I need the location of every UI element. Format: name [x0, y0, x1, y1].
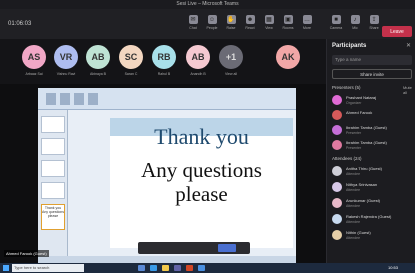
chat-button[interactable]: ✉ Chat	[185, 15, 201, 30]
participant-row[interactable]: Ibrahim Tamba (Guest) Presenter	[332, 124, 414, 138]
share-icon: ⇪	[369, 15, 379, 24]
share-invite-button[interactable]: Share invite	[332, 69, 412, 79]
avatar: SC	[119, 45, 143, 69]
slide-thumbnail-active[interactable]: Thank you Any questions please	[41, 204, 65, 230]
edge-icon[interactable]	[150, 265, 157, 271]
spotlight-tile[interactable]: AK	[268, 45, 308, 69]
rooms-icon: ▣	[283, 15, 293, 24]
taskbar-clock: 10:53	[388, 265, 399, 270]
more-icon: …	[302, 15, 312, 24]
slide-line: Any questions	[141, 158, 262, 182]
rooms-button[interactable]: ▣ Rooms	[280, 15, 296, 30]
teams-icon[interactable]	[174, 265, 181, 271]
share-button[interactable]: ⇪ Share	[366, 15, 382, 30]
slide-title: Thank you	[154, 124, 249, 149]
avatar	[332, 95, 342, 105]
presenter-control-bar[interactable]	[138, 242, 250, 254]
participant-row[interactable]: Ibrahim Tamba (Guest) Presenter	[332, 139, 414, 153]
folder-icon[interactable]	[162, 265, 169, 271]
meeting-actions: ✉ Chat ☺ People ✋ Raise ☻ React ▦ View ▣ Rooms…	[185, 15, 315, 30]
mic-button[interactable]: ♪ Mic	[347, 15, 363, 30]
meeting-toolbar: 01:06:03 ✉ Chat ☺ People ✋ Raise ☻ React ▦ Vi…	[0, 9, 415, 39]
raise-hand-button[interactable]: ✋ Raise	[223, 15, 239, 30]
slide-thumbnail[interactable]	[41, 160, 65, 177]
avatar	[332, 110, 342, 120]
ribbon-icon	[46, 93, 56, 105]
participant-search-input[interactable]: Type a name	[332, 55, 412, 65]
participant-row[interactable]: Nithya Srinivasan Attendee	[332, 181, 414, 195]
avatar	[332, 214, 342, 224]
avatar	[332, 230, 342, 240]
slide-thumbnail[interactable]	[41, 182, 65, 199]
shared-content-stage: Thank you Any questions please Thank you…	[0, 84, 326, 263]
react-icon: ☻	[245, 15, 255, 24]
ribbon-icon	[74, 93, 84, 105]
slide-thumbnails: Thank you Any questions please	[38, 110, 68, 263]
powerpoint-icon[interactable]	[186, 265, 193, 271]
taskbar-search-input[interactable]: Type here to search	[12, 264, 84, 272]
people-icon: ☺	[207, 15, 217, 24]
task-view-icon[interactable]	[138, 265, 145, 271]
participants-panel: Participants ✕ Type a name Share invite …	[326, 39, 415, 263]
view-all-participants[interactable]: +1 View all	[211, 45, 251, 76]
attendees-header[interactable]: Attendees (24)	[332, 156, 362, 161]
chat-icon: ✉	[188, 15, 198, 24]
panel-title: Participants	[332, 43, 367, 49]
presentation-status-bar	[38, 256, 296, 263]
react-button[interactable]: ☻ React	[242, 15, 258, 30]
participant-row[interactable]: Anitha Thiru (Guest) Attendee	[332, 165, 414, 179]
avatar	[332, 182, 342, 192]
avatar: AB	[86, 45, 110, 69]
chrome-icon[interactable]	[198, 265, 205, 271]
stop-presenting-button[interactable]	[218, 244, 236, 252]
camera-icon: ■	[331, 15, 341, 24]
window-title: Sesi Live – Microsoft Teams	[176, 1, 239, 7]
ribbon-icon	[88, 93, 98, 105]
close-icon[interactable]: ✕	[406, 42, 411, 49]
view-button[interactable]: ▦ View	[261, 15, 277, 30]
leave-button[interactable]: Leave	[382, 26, 412, 37]
people-button[interactable]: ☺ People	[204, 15, 220, 30]
avatar	[332, 198, 342, 208]
avatar: +1	[219, 45, 243, 69]
ribbon-icon	[60, 93, 70, 105]
participants-strip: AS Arbaaz Sai VR Vishnu Ravi AB Abinaya …	[0, 39, 326, 84]
av-controls: ■ Camera ♪ Mic ⇪ Share	[328, 15, 382, 30]
meeting-timer: 01:06:03	[8, 21, 32, 27]
sharer-name-label: Ahmed Farook (Guest)	[4, 250, 49, 257]
slide-line: please	[175, 182, 228, 206]
mic-icon: ♪	[350, 15, 360, 24]
avatar: RB	[152, 45, 176, 69]
os-taskbar: Type here to search 10:53	[0, 263, 415, 273]
hand-icon: ✋	[226, 15, 236, 24]
avatar: AS	[22, 45, 46, 69]
avatar	[332, 125, 342, 135]
window-title-bar: Sesi Live – Microsoft Teams	[0, 0, 415, 9]
avatar: AK	[276, 45, 300, 69]
view-icon: ▦	[264, 15, 274, 24]
avatar	[332, 166, 342, 176]
avatar: AB	[186, 45, 210, 69]
participant-row[interactable]: Rakesh Rajendra (Guest) Attendee	[332, 213, 414, 227]
current-slide: Thank you Any questions please	[110, 118, 293, 248]
shared-screen: Thank you Any questions please Thank you…	[38, 88, 296, 263]
participant-row[interactable]: Arunkumar (Guest) Attendee	[332, 197, 414, 211]
presentation-ribbon	[38, 88, 296, 110]
avatar: VR	[54, 45, 78, 69]
leave-label: Leave	[390, 28, 404, 35]
participant-row[interactable]: Ahmed Farook	[332, 109, 414, 123]
slide-thumbnail[interactable]	[41, 116, 65, 133]
windows-start-icon[interactable]	[3, 265, 9, 271]
presenters-header[interactable]: Presenters (5)	[332, 85, 361, 90]
more-button[interactable]: … More	[299, 15, 315, 30]
slide-thumbnail[interactable]	[41, 138, 65, 155]
camera-button[interactable]: ■ Camera	[328, 15, 344, 30]
avatar	[332, 140, 342, 150]
participant-row[interactable]: Prashant Nataraj Organizer	[332, 94, 414, 108]
participant-row[interactable]: Nithin (Guest) Attendee	[332, 229, 414, 243]
